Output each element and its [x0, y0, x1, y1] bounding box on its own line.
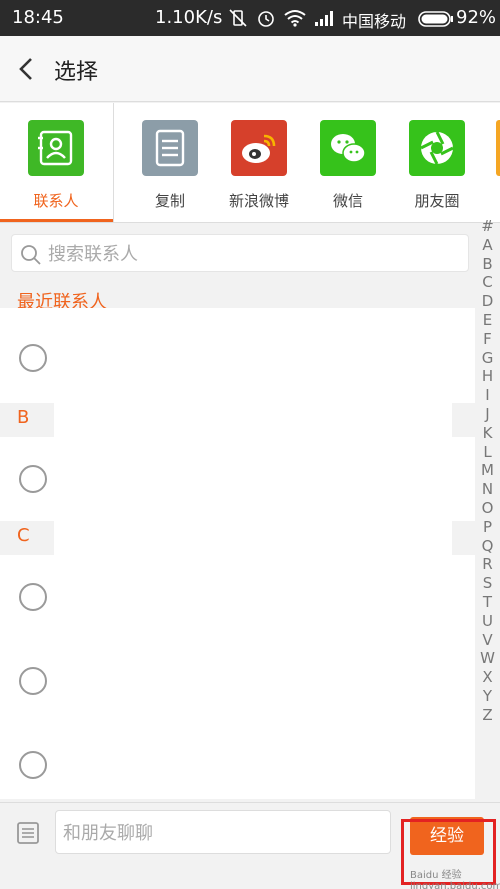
index-letter[interactable]: X	[475, 668, 500, 687]
back-arrow-icon[interactable]	[16, 56, 36, 86]
app-header: 选择	[0, 36, 500, 102]
index-letter[interactable]: Y	[475, 687, 500, 706]
contact-select-radio[interactable]	[19, 583, 47, 611]
active-tab-underline	[0, 219, 113, 222]
index-letter[interactable]: C	[475, 273, 500, 292]
index-letter[interactable]: S	[475, 574, 500, 593]
share-moments[interactable]: 朋友圈	[393, 103, 481, 221]
index-letter[interactable]: A	[475, 236, 500, 255]
message-field[interactable]	[55, 810, 391, 854]
index-letter[interactable]: L	[475, 443, 500, 462]
wifi-icon	[284, 8, 306, 32]
status-time: 18:45	[12, 7, 64, 28]
status-bar: 18:45 1.10K/s 中国移动 92%	[0, 0, 500, 36]
contact-select-radio[interactable]	[19, 465, 47, 493]
contact-search-box[interactable]	[11, 234, 469, 272]
copy-icon	[142, 120, 198, 176]
index-letter[interactable]: J	[475, 405, 500, 424]
battery-icon	[418, 11, 454, 31]
index-letter[interactable]: M	[475, 461, 500, 480]
index-letter[interactable]: I	[475, 386, 500, 405]
index-letter[interactable]: O	[475, 499, 500, 518]
index-letter[interactable]: K	[475, 424, 500, 443]
status-carrier: 中国移动	[342, 12, 407, 31]
share-contacts[interactable]: 联系人	[0, 103, 113, 222]
index-letter[interactable]: T	[475, 593, 500, 612]
share-next-tile-partial[interactable]	[496, 120, 500, 176]
weibo-icon	[231, 120, 287, 176]
share-divider	[113, 103, 114, 223]
share-weibo[interactable]: 新浪微博	[215, 103, 303, 221]
watermark: Baidu 经验 jingyan.baidu.com	[410, 870, 500, 889]
contact-select-radio[interactable]	[19, 667, 47, 695]
share-moments-label: 朋友圈	[414, 192, 460, 210]
share-wechat-label: 微信	[332, 192, 363, 210]
index-letter[interactable]: Q	[475, 537, 500, 556]
alarm-icon	[256, 8, 276, 32]
share-target-row: 联系人 复制 新浪微博 微信 朋友圈	[0, 103, 500, 223]
share-contacts-label: 联系人	[33, 192, 79, 210]
index-letter[interactable]: Z	[475, 706, 500, 725]
index-letter[interactable]: G	[475, 349, 500, 368]
index-letter[interactable]: D	[475, 292, 500, 311]
status-net-speed: 1.10K/s	[155, 7, 223, 28]
index-letter[interactable]: U	[475, 612, 500, 631]
search-input[interactable]	[48, 241, 448, 267]
index-letter[interactable]: #	[475, 217, 500, 236]
share-wechat[interactable]: 微信	[304, 103, 392, 221]
contacts-icon	[28, 120, 84, 176]
index-letter[interactable]: V	[475, 631, 500, 650]
contact-select-radio[interactable]	[19, 344, 47, 372]
share-weibo-label: 新浪微博	[228, 192, 289, 210]
index-letter[interactable]: H	[475, 367, 500, 386]
share-copy[interactable]: 复制	[126, 103, 214, 221]
redaction-mask	[54, 403, 452, 521]
moments-icon	[409, 120, 465, 176]
contact-list[interactable]: 最近联系人 B C	[0, 286, 475, 799]
message-input[interactable]	[63, 819, 383, 847]
section-label-b: B	[17, 407, 30, 428]
page-title: 选择	[54, 60, 99, 85]
contact-select-radio[interactable]	[19, 751, 47, 779]
wechat-icon	[320, 120, 376, 176]
alphabet-index[interactable]: # A B C D E F G H I J K L M N O P Q R S T U V W X Y Z	[475, 217, 500, 725]
redaction-mask	[54, 521, 452, 796]
status-battery-percent: 92%	[456, 7, 497, 28]
index-letter[interactable]: R	[475, 555, 500, 574]
index-letter[interactable]: E	[475, 311, 500, 330]
index-letter[interactable]: W	[475, 649, 500, 668]
index-letter[interactable]: B	[475, 255, 500, 274]
index-letter[interactable]: F	[475, 330, 500, 349]
index-letter[interactable]: N	[475, 480, 500, 499]
index-letter[interactable]: P	[475, 518, 500, 537]
signal-icon	[314, 8, 336, 32]
keyboard-icon[interactable]	[16, 821, 40, 849]
search-icon	[21, 245, 41, 265]
redaction-mask	[54, 308, 452, 403]
vibrate-icon	[228, 8, 248, 32]
share-copy-label: 复制	[154, 192, 185, 210]
section-header-recent: 最近联系人	[0, 286, 475, 313]
section-label-c: C	[17, 525, 30, 546]
